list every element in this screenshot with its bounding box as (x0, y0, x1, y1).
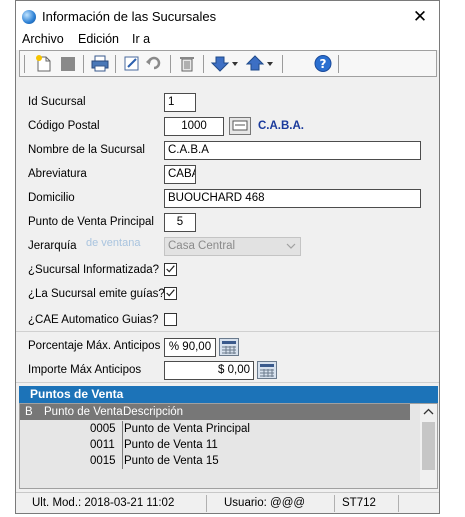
chevron-down-icon[interactable] (230, 54, 240, 73)
help-icon[interactable]: ? (313, 54, 333, 73)
edit-icon[interactable] (122, 54, 142, 73)
cell-punto: 0015 (90, 455, 116, 467)
undo-icon[interactable] (144, 54, 164, 73)
jerarquia-value: Casa Central (168, 240, 236, 252)
id-sucursal-label: Id Sucursal (28, 96, 86, 108)
new-document-icon[interactable] (34, 54, 54, 73)
puntos-venta-title: Puntos de Venta (19, 386, 438, 403)
abreviatura-input[interactable]: CABA (164, 165, 196, 184)
importe-label: Importe Máx Anticipos (28, 364, 142, 376)
delete-icon[interactable] (177, 54, 197, 73)
id-sucursal-input[interactable]: 1 (164, 93, 196, 112)
calculator-icon[interactable] (257, 361, 277, 379)
ghost-text: de ventana (86, 237, 141, 249)
toolbar-grip (24, 55, 25, 73)
emite-guias-label: ¿La Sucursal emite guías? (28, 288, 165, 300)
menu-edicion[interactable]: Edición (78, 32, 119, 46)
importe-input[interactable]: $ 0,00 (164, 361, 254, 380)
checkmark-icon (166, 289, 175, 297)
arrow-up-icon[interactable] (245, 54, 265, 73)
scroll-thumb[interactable] (422, 422, 435, 470)
save-icon[interactable] (58, 54, 78, 73)
print-icon[interactable] (90, 54, 110, 73)
menu-ir-a[interactable]: Ir a (132, 32, 150, 46)
lookup-icon[interactable] (229, 117, 251, 135)
close-button[interactable]: ✕ (409, 6, 431, 28)
chevron-down-icon[interactable] (265, 54, 275, 73)
column-header-descripcion[interactable]: Descripción (123, 404, 183, 420)
user-status: Usuario: @@@ (224, 497, 306, 509)
table-row[interactable]: 0015 Punto de Venta 15 (20, 453, 410, 469)
nombre-label: Nombre de la Sucursal (28, 144, 145, 156)
cae-auto-checkbox[interactable] (164, 313, 177, 326)
table-row[interactable]: 0005 Punto de Venta Principal (20, 421, 410, 437)
domicilio-input[interactable]: BUOUCHARD 468 (164, 189, 421, 208)
city-label: C.A.B.A. (258, 120, 304, 132)
column-header-punto[interactable]: Punto de Venta (44, 404, 123, 420)
porcentaje-input[interactable]: % 90,00 (164, 338, 216, 357)
divider (16, 331, 439, 332)
toolbar: ? (19, 50, 437, 77)
table-row[interactable]: 0011 Punto de Venta 11 (20, 437, 410, 453)
calculator-icon[interactable] (219, 338, 239, 356)
informatizada-label: ¿Sucursal Informatizada? (28, 264, 160, 276)
porcentaje-label: Porcentaje Máx. Anticipos (28, 340, 161, 352)
codigo-postal-label: Código Postal (28, 120, 100, 132)
grid-header: B Punto de Venta Descripción (20, 404, 410, 420)
menu-archivo[interactable]: Archivo (22, 32, 64, 46)
cell-punto: 0005 (90, 423, 116, 435)
menu-bar: Archivo Edición Ir a (16, 32, 439, 50)
divider (16, 382, 439, 383)
status-bar: Ult. Mod.: 2018-03-21 11:02 Usuario: @@@… (16, 492, 439, 514)
cae-auto-label: ¿CAE Automatico Guias? (28, 314, 159, 326)
cell-descripcion: Punto de Venta 15 (124, 455, 219, 467)
punto-venta-input[interactable]: 5 (164, 213, 196, 232)
app-globe-icon (22, 10, 36, 24)
title-bar: Información de las Sucursales ✕ (16, 1, 439, 32)
cell-punto: 0011 (90, 439, 115, 451)
sucursales-window: Información de las Sucursales ✕ Archivo … (15, 0, 440, 514)
vertical-scrollbar[interactable] (420, 404, 437, 488)
svg-text:?: ? (320, 57, 327, 71)
status-code: ST712 (342, 497, 376, 509)
last-modified: Ult. Mod.: 2018-03-21 11:02 (32, 497, 175, 509)
scroll-up-icon[interactable] (423, 408, 434, 416)
nombre-input[interactable]: C.A.B.A (164, 141, 421, 160)
window-title: Información de las Sucursales (42, 9, 217, 24)
cell-descripcion: Punto de Venta 11 (124, 439, 218, 451)
domicilio-label: Domicilio (28, 192, 75, 204)
cell-descripcion: Punto de Venta Principal (124, 423, 250, 435)
codigo-postal-input[interactable]: 1000 (164, 117, 224, 136)
abreviatura-label: Abreviatura (28, 168, 87, 180)
puntos-venta-grid: B Punto de Venta Descripción 0005 Punto … (19, 403, 438, 489)
emite-guias-checkbox[interactable] (164, 287, 177, 300)
column-header-b[interactable]: B (25, 404, 33, 420)
jerarquia-label: Jerarquía (28, 240, 77, 252)
checkmark-icon (166, 265, 175, 273)
punto-venta-label: Punto de Venta Principal (28, 216, 154, 228)
informatizada-checkbox[interactable] (164, 263, 177, 276)
arrow-down-icon[interactable] (210, 54, 230, 73)
chevron-down-icon (286, 243, 296, 249)
jerarquia-select[interactable]: Casa Central (164, 237, 301, 256)
